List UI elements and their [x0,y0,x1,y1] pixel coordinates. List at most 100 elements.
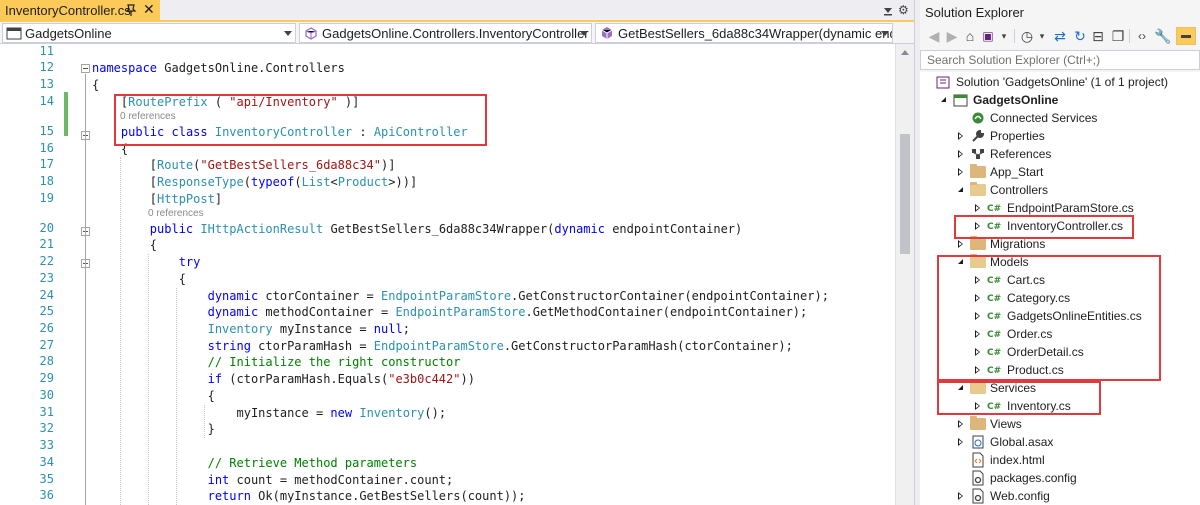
tree-item-label: References [990,147,1052,161]
close-icon[interactable]: ✕ [143,1,155,18]
collapse-outline-icon[interactable] [81,64,90,73]
collapsed-arrow-icon[interactable] [975,204,980,212]
wrench-icon [970,128,986,144]
codelens-references[interactable]: 0 references [148,208,204,219]
back-icon[interactable]: ◀ [926,28,942,44]
type-dropdown-value: GadgetsOnline.Controllers.InventoryContr… [322,25,589,41]
tab-inventory-controller[interactable]: InventoryController.cs ✕ [0,0,160,20]
folder-icon [970,164,986,180]
line-number: 31 [39,405,54,419]
tab-title: InventoryController.cs [5,2,131,18]
refresh-icon[interactable]: ↻ [1072,28,1088,44]
code-line: // Retrieve Method parameters [207,456,418,470]
navigation-bar: GadgetsOnline GadgetsOnline.Controllers.… [0,22,914,44]
collapsed-arrow-icon[interactable] [958,168,963,176]
scrollbar-thumb[interactable] [900,134,910,254]
sync-with-document-icon[interactable]: ⇄ [1052,28,1068,44]
code-editor: InventoryController.cs ✕ ⚙ GadgetsOnline… [0,0,914,505]
collapsed-arrow-icon[interactable] [958,240,963,248]
tree-item-label: packages.config [990,471,1077,485]
tree-item-label: App_Start [990,165,1044,179]
line-number: 11 [39,44,54,58]
tree-item-label: Properties [990,129,1045,143]
tab-overflow-icon[interactable] [882,3,894,17]
tree-item[interactable]: References [920,145,1200,163]
code-line: Inventory myInstance = null; [207,322,410,336]
line-number: 17 [39,157,54,171]
code-line: return Ok(myInstance.GetBestSellers(coun… [207,489,526,503]
member-dropdown[interactable]: GetBestSellers_6da88c34Wrapper(dynamic e… [595,23,893,43]
tree-item-label: Controllers [990,183,1049,197]
tree-item[interactable]: Web.config [920,487,1200,505]
highlight-box-models-folder [937,255,1161,381]
collapsed-arrow-icon[interactable] [958,492,963,500]
tree-item[interactable]: packages.config [920,469,1200,487]
tree-item[interactable]: Solution 'GadgetsOnline' (1 of 1 project… [920,73,1200,91]
solution-icon [936,74,952,90]
line-number: 15 [39,124,54,138]
config-file-icon [970,470,986,486]
tree-item[interactable]: App_Start [920,163,1200,181]
editor-vertical-scrollbar[interactable] [895,44,914,505]
switch-views-dropdown-icon[interactable]: ▾ [996,28,1012,44]
tree-item[interactable]: Properties [920,127,1200,145]
pin-icon[interactable] [124,3,138,17]
gear-icon[interactable]: ⚙ [898,3,909,17]
expanded-arrow-icon[interactable] [958,187,963,192]
type-dropdown[interactable]: GadgetsOnline.Controllers.InventoryContr… [299,23,592,43]
chevron-down-icon [580,31,588,36]
chevron-down-icon [881,31,889,36]
line-number: 30 [39,388,54,402]
forward-icon[interactable]: ▶ [944,28,960,44]
preview-selected-items-icon[interactable]: ▬ [1176,27,1196,45]
expanded-arrow-icon[interactable] [941,97,946,102]
tree-item[interactable]: Views [920,415,1200,433]
line-number: 23 [39,271,54,285]
tree-item-label: EndpointParamStore.cs [1007,201,1134,215]
collapsed-arrow-icon[interactable] [958,438,963,446]
view-code-icon[interactable]: ‹› [1134,28,1150,44]
home-icon[interactable]: ⌂ [962,28,978,44]
scroll-up-icon[interactable] [901,50,909,55]
solution-explorer-search-input[interactable]: Search Solution Explorer (Ctrl+;) [920,50,1200,70]
tree-item-label: Views [990,417,1022,431]
tree-item[interactable]: Controllers [920,181,1200,199]
collapse-all-icon[interactable]: ⊟ [1090,28,1106,44]
class-icon [305,27,317,40]
html-file-icon [970,452,986,468]
csharp-project-icon [953,92,969,108]
line-number: 18 [39,174,54,188]
properties-wrench-icon[interactable]: 🔧 [1154,28,1171,44]
project-dropdown[interactable]: GadgetsOnline [2,23,296,43]
pending-changes-filter-icon[interactable]: ◷ [1019,28,1035,44]
folder-open-icon [970,182,986,198]
collapsed-arrow-icon[interactable] [958,132,963,140]
tree-item-label: Connected Services [990,111,1098,125]
collapsed-arrow-icon[interactable] [958,420,963,428]
tree-item[interactable]: GadgetsOnline [920,91,1200,109]
line-number: 32 [39,421,54,435]
show-all-files-icon[interactable]: ❐ [1110,28,1126,44]
line-number: 35 [39,472,54,486]
line-number: 24 [39,288,54,302]
folder-icon [970,416,986,432]
code-line: string ctorParamHash = EndpointParamStor… [207,339,793,353]
code-line: myInstance = new Inventory(); [92,406,447,420]
code-line: { [92,272,186,286]
code-line: if (ctorParamHash.Equals("e3b0c442")) [207,372,475,386]
highlight-box-inventory-controller-file [954,215,1134,239]
tree-item[interactable]: Global.asax [920,433,1200,451]
code-line: [Route("GetBestSellers_6da88c34")] [92,158,396,172]
tree-item-label: GadgetsOnline [973,93,1059,107]
tree-item[interactable]: index.html [920,451,1200,469]
tree-item-label: Solution 'GadgetsOnline' (1 of 1 project… [956,75,1169,89]
code-line: { [92,389,215,403]
highlight-box-services-folder [937,381,1101,415]
line-number: 36 [39,488,54,502]
switch-views-icon[interactable]: ▣ [980,28,996,44]
csharp-project-icon [6,27,22,40]
filter-dropdown-icon[interactable]: ▾ [1034,28,1050,44]
solution-explorer: Solution Explorer ◀ ▶ ⌂ ▣ ▾ ◷ ▾ ⇄ ↻ ⊟ ❐ … [920,0,1200,505]
tree-item[interactable]: Connected Services [920,109,1200,127]
collapsed-arrow-icon[interactable] [958,150,963,158]
